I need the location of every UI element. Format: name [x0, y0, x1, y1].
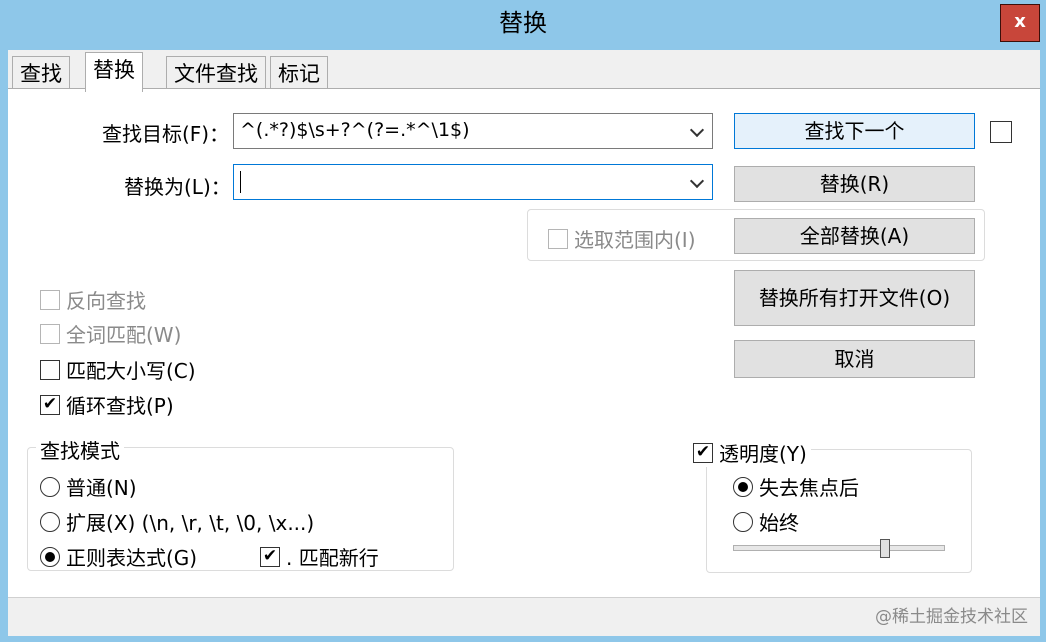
- tab-mark[interactable]: 标记: [270, 56, 328, 92]
- on-lose-focus-radio[interactable]: 失去焦点后: [733, 472, 859, 501]
- mode-regex-radio[interactable]: 正则表达式(G): [40, 542, 197, 571]
- mode-normal-label: 普通(N): [66, 476, 137, 500]
- checkbox-box: [40, 359, 60, 380]
- find-target-value: ^(.*?)$\s+?^(?=.*^\1$): [240, 119, 470, 141]
- replace-with-combo[interactable]: [233, 164, 713, 200]
- always-label: 始终: [759, 511, 799, 535]
- radio-dot: [45, 551, 55, 562]
- radio-circle: [733, 511, 753, 532]
- cancel-button[interactable]: 取消: [734, 340, 975, 378]
- tab-find-in-files[interactable]: 文件查找: [166, 56, 266, 92]
- find-target-combo[interactable]: ^(.*?)$\s+?^(?=.*^\1$): [233, 113, 713, 149]
- tab-replace[interactable]: 替换: [85, 52, 143, 92]
- radio-circle: [733, 476, 753, 497]
- radio-circle: [40, 511, 60, 532]
- wrap-around-label: 循环查找(P): [66, 394, 174, 418]
- chevron-down-icon[interactable]: [689, 173, 705, 189]
- replace-button[interactable]: 替换(R): [734, 166, 975, 202]
- replace-all-button[interactable]: 全部替换(A): [734, 218, 975, 254]
- in-selection-label: 选取范围内(I): [574, 228, 696, 252]
- mode-regex-label: 正则表达式(G): [66, 546, 198, 570]
- transparency-label: 透明度(Y): [719, 442, 807, 466]
- replace-all-open-files-button[interactable]: 替换所有打开文件(O): [734, 270, 975, 326]
- mode-extended-radio[interactable]: 扩展(X) (\n, \r, \t, \0, \x...): [40, 507, 314, 536]
- check-icon: ✔: [693, 442, 713, 463]
- find-next-button[interactable]: 查找下一个: [734, 113, 975, 149]
- text-caret: [240, 170, 241, 193]
- always-radio[interactable]: 始终: [733, 507, 799, 536]
- whole-word-checkbox[interactable]: 全词匹配(W): [40, 319, 181, 348]
- backward-search-checkbox[interactable]: 反向查找: [40, 285, 146, 314]
- transparency-slider-thumb[interactable]: [880, 539, 890, 558]
- replace-with-label: 替换为(L)：: [124, 175, 231, 199]
- checkbox-box: [40, 289, 60, 310]
- chevron-down-icon[interactable]: [689, 122, 705, 138]
- on-lose-focus-label: 失去焦点后: [759, 476, 859, 500]
- radio-circle: [40, 476, 60, 497]
- search-mode-legend: 查找模式: [36, 435, 124, 464]
- wrap-around-checkbox[interactable]: ✔ 循环查找(P): [40, 390, 174, 419]
- checkbox-box: [40, 323, 60, 344]
- check-icon: ✔: [40, 394, 60, 415]
- dot-matches-newline-checkbox[interactable]: ✔ . 匹配新行: [260, 542, 379, 571]
- backward-search-label: 反向查找: [66, 289, 146, 313]
- check-icon: ✔: [260, 546, 280, 567]
- find-next-extra-checkbox[interactable]: [990, 121, 1012, 143]
- radio-circle: [40, 546, 60, 567]
- match-case-checkbox[interactable]: 匹配大小写(C): [40, 355, 196, 384]
- mode-extended-label: 扩展(X) (\n, \r, \t, \0, \x...): [66, 511, 315, 535]
- checkbox-box: [548, 228, 568, 249]
- in-selection-checkbox[interactable]: 选取范围内(I): [548, 224, 696, 253]
- mode-normal-radio[interactable]: 普通(N): [40, 472, 137, 501]
- dot-matches-newline-label: . 匹配新行: [286, 546, 379, 570]
- transparency-slider-track[interactable]: [733, 545, 945, 551]
- window-title: 替换: [499, 9, 547, 37]
- whole-word-label: 全词匹配(W): [66, 323, 182, 347]
- watermark: @稀土掘金技术社区: [875, 607, 1028, 627]
- transparency-checkbox[interactable]: ✔ 透明度(Y): [693, 438, 811, 467]
- tab-find[interactable]: 查找: [12, 56, 70, 92]
- radio-dot: [738, 481, 748, 492]
- dialog-window: 替换 x 查找 替换 文件查找 标记 查找目标(F)： ^(.*?)$\s+?^…: [0, 0, 1046, 642]
- find-target-label: 查找目标(F)：: [102, 122, 230, 146]
- close-button[interactable]: x: [1000, 4, 1040, 42]
- match-case-label: 匹配大小写(C): [66, 359, 196, 383]
